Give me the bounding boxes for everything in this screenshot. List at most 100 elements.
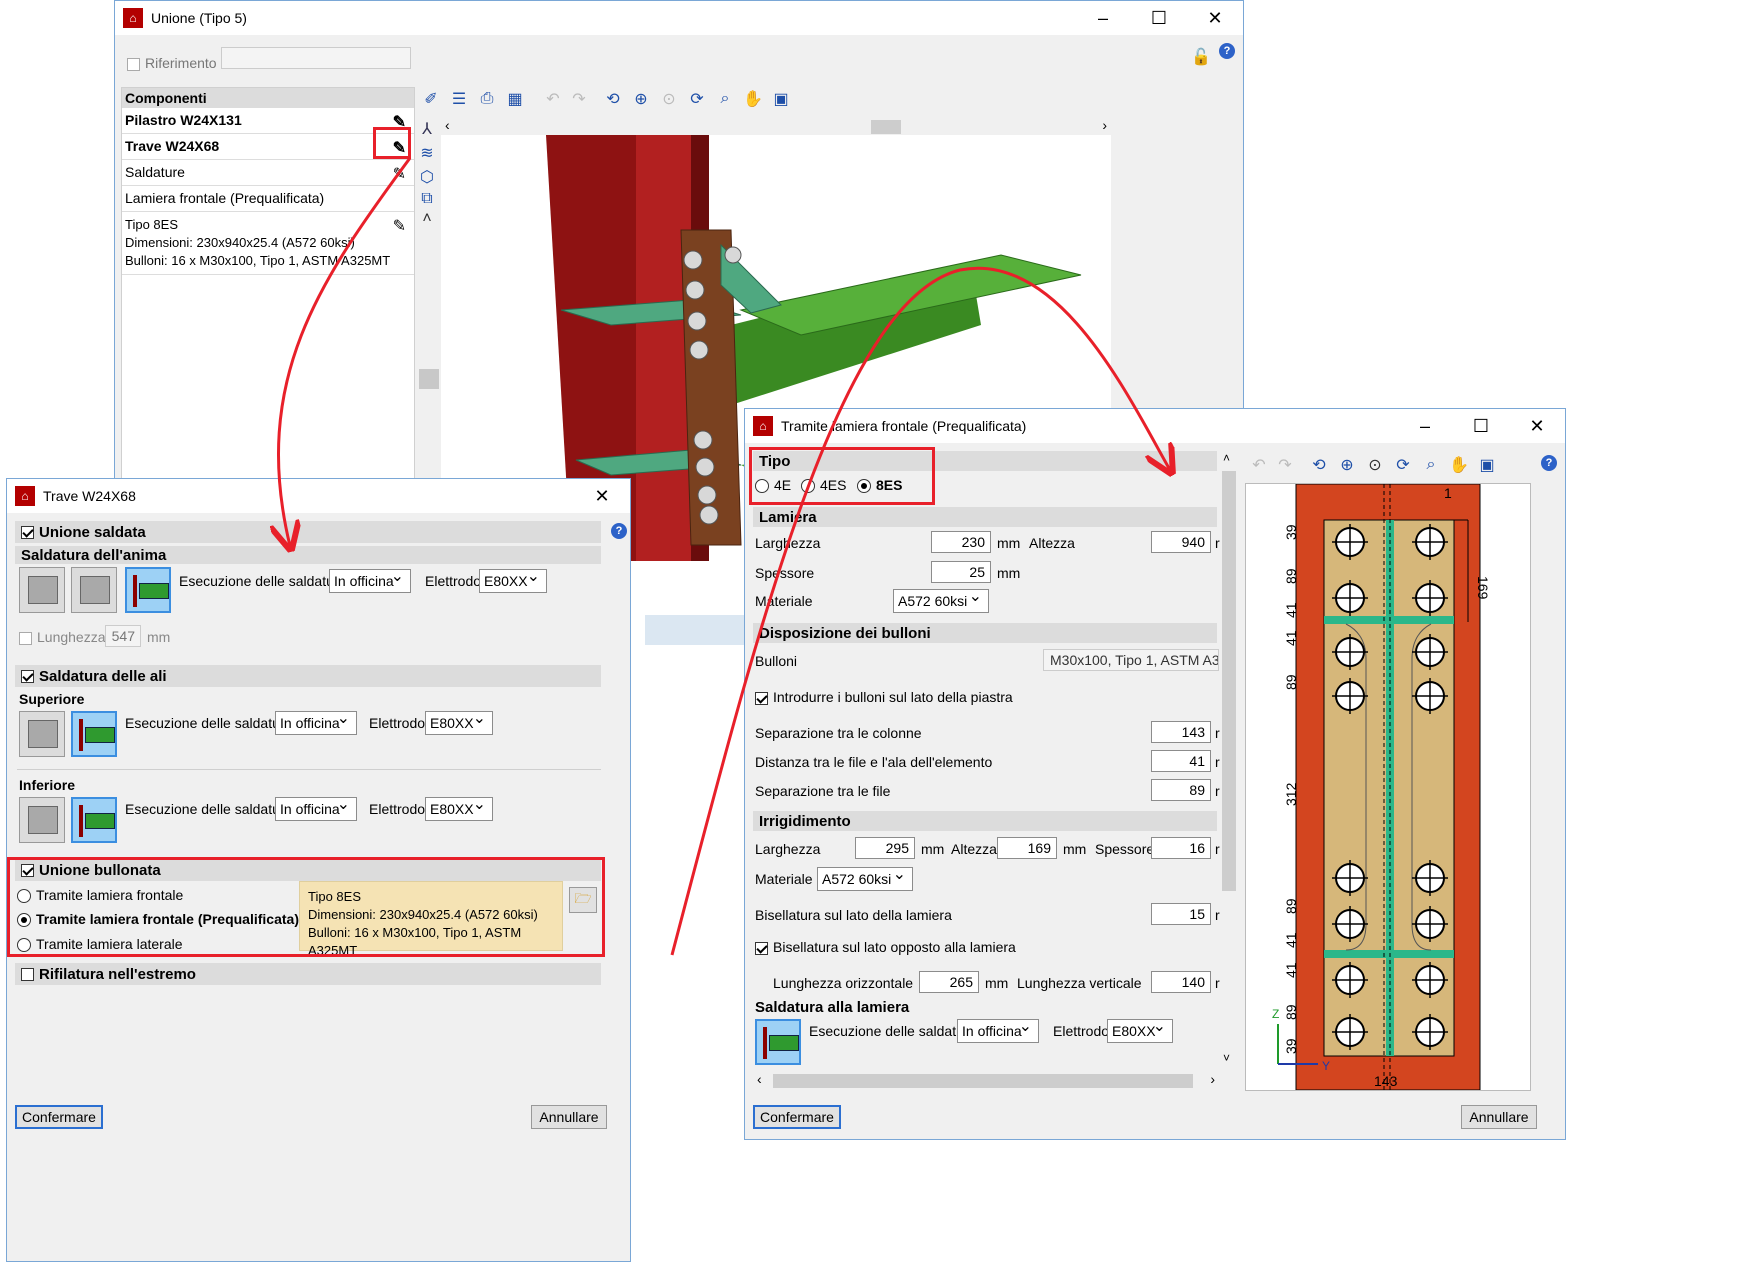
weld-sup-option-1[interactable] xyxy=(19,711,65,757)
lung-orizz-input[interactable]: 265 xyxy=(919,971,979,993)
weld-option-1[interactable] xyxy=(19,567,65,613)
weld-inf-option-1[interactable] xyxy=(19,797,65,843)
layers-icon[interactable]: ≋ xyxy=(417,143,437,163)
rifilatura-header[interactable]: Rifilatura nell'estremo xyxy=(15,963,601,985)
redo-icon[interactable]: ↷ xyxy=(569,89,589,109)
lock-icon[interactable]: 🔓 xyxy=(1191,47,1211,67)
introdurre-checkbox[interactable]: Introdurre i bulloni sul lato della pias… xyxy=(755,689,1013,705)
maximize-icon[interactable]: ☐ xyxy=(1453,409,1509,443)
chevron-left-icon[interactable]: ‹ xyxy=(445,117,450,133)
bis-lato-input[interactable]: 15 xyxy=(1151,903,1211,925)
weld-option-3[interactable] xyxy=(125,567,171,613)
bulloni-field[interactable]: M30x100, Tipo 1, ASTM A325M xyxy=(1043,649,1219,671)
elettrodo-select[interactable]: E80XX xyxy=(479,566,547,593)
pencil-icon[interactable]: ✐ xyxy=(421,89,441,109)
refresh-icon[interactable]: ⟳ xyxy=(1393,455,1413,475)
lunghezza-input[interactable]: 547 xyxy=(105,625,141,647)
component-saldature[interactable]: Saldature ✎ xyxy=(122,160,414,186)
chevron-down-icon[interactable]: ˅ xyxy=(1223,1051,1230,1065)
form-v-scrollbar[interactable]: ˄ ˅ xyxy=(1221,451,1237,1071)
form-h-scrollbar[interactable]: ‹ › xyxy=(753,1071,1219,1089)
rotate-icon[interactable]: ⟲ xyxy=(1309,455,1329,475)
irr-altezza-input[interactable]: 169 xyxy=(997,837,1057,859)
weld-option-2[interactable] xyxy=(71,567,117,613)
chevron-right-icon[interactable]: › xyxy=(1102,117,1107,133)
undo-icon[interactable]: ↶ xyxy=(1249,455,1269,475)
sep-colonne-input[interactable]: 143 xyxy=(1151,721,1211,743)
plate-drawing[interactable]: 39 89 41 41 89 312 89 41 41 89 39 169 14… xyxy=(1245,483,1531,1091)
chevron-right-icon[interactable]: › xyxy=(1210,1071,1215,1087)
zoom-window-icon[interactable]: ⌕ xyxy=(1421,455,1441,475)
zoom-window-icon[interactable]: ⌕ xyxy=(715,89,735,109)
irr-spessore-input[interactable]: 16 xyxy=(1151,837,1211,859)
irr-larghezza-input[interactable]: 295 xyxy=(855,837,915,859)
elettrodo-select[interactable]: E80XX xyxy=(1107,1016,1173,1043)
irr-materiale-select[interactable]: A572 60ksi xyxy=(817,864,913,891)
bis-opposto-checkbox[interactable]: Bisellatura sul lato opposto alla lamier… xyxy=(755,939,1016,955)
rotate-icon[interactable]: ⟲ xyxy=(603,89,623,109)
esecuzione-select[interactable]: In officina xyxy=(329,566,411,593)
lunghezza-checkbox[interactable]: Lunghezza xyxy=(19,629,106,645)
larghezza-input[interactable]: 230 xyxy=(931,531,991,553)
axes-icon[interactable]: ⅄ xyxy=(417,119,437,139)
h-scrollbar[interactable]: ‹ › xyxy=(441,117,1111,135)
weld-inf-option-2[interactable] xyxy=(71,797,117,843)
elettrodo-select[interactable]: E80XX xyxy=(425,708,493,735)
dist-file-input[interactable]: 41 xyxy=(1151,750,1211,772)
weld-sup-option-2[interactable] xyxy=(71,711,117,757)
list-icon[interactable]: ☰ xyxy=(449,89,469,109)
zoom-x2-icon[interactable]: ⊙ xyxy=(1365,455,1385,475)
annullare-button[interactable]: Annullare xyxy=(531,1105,607,1129)
unione-saldata-header[interactable]: Unione saldata xyxy=(15,521,601,543)
v-scroll-thumb[interactable] xyxy=(1222,471,1236,891)
help-icon[interactable]: ? xyxy=(611,523,627,539)
close-icon[interactable]: ✕ xyxy=(1187,1,1243,35)
saldatura-ali-header[interactable]: Saldatura delle ali xyxy=(15,665,601,687)
zoom-all-icon[interactable]: ⊕ xyxy=(1337,455,1357,475)
component-lamiera[interactable]: Lamiera frontale (Prequalificata) xyxy=(122,186,414,212)
scroll-thumb[interactable] xyxy=(419,369,439,389)
pan-icon[interactable]: ✋ xyxy=(743,89,763,109)
spessore-input[interactable]: 25 xyxy=(931,561,991,583)
chevron-up-icon[interactable]: ˄ xyxy=(1223,451,1230,465)
maximize-icon[interactable]: ☐ xyxy=(1131,1,1187,35)
chevron-up-icon[interactable]: ˄ xyxy=(417,209,437,229)
refresh-icon[interactable]: ⟳ xyxy=(687,89,707,109)
edit-icon[interactable]: ✎ xyxy=(393,162,406,187)
materiale-select[interactable]: A572 60ksi xyxy=(893,586,989,613)
zoom-x2-icon[interactable]: ⊙ xyxy=(659,89,679,109)
component-pilastro[interactable]: Pilastro W24X131 ✎ xyxy=(122,108,414,134)
help-icon[interactable]: ? xyxy=(1219,43,1235,59)
component-detail[interactable]: Tipo 8ES Dimensioni: 230x940x25.4 (A572 … xyxy=(122,212,414,275)
sep-file-input[interactable]: 89 xyxy=(1151,779,1211,801)
close-icon[interactable]: ✕ xyxy=(1509,409,1565,443)
annullare-button[interactable]: Annullare xyxy=(1461,1105,1537,1129)
esecuzione-select[interactable]: In officina xyxy=(275,794,357,821)
solid-icon[interactable]: ⬡ xyxy=(417,167,437,187)
undo-icon[interactable]: ↶ xyxy=(543,89,563,109)
close-icon[interactable]: ✕ xyxy=(574,479,630,513)
chevron-left-icon[interactable]: ‹ xyxy=(757,1071,762,1087)
report-icon[interactable]: ▦ xyxy=(505,89,525,109)
elettrodo-select[interactable]: E80XX xyxy=(425,794,493,821)
altezza-input[interactable]: 940 xyxy=(1151,531,1211,553)
riferimento-input[interactable] xyxy=(221,47,411,69)
window-icon[interactable]: ▣ xyxy=(1477,455,1497,475)
redo-icon[interactable]: ↷ xyxy=(1275,455,1295,475)
edit-icon[interactable]: ✎ xyxy=(393,218,406,236)
h-scroll-thumb[interactable] xyxy=(773,1074,1193,1088)
weld-lamiera-option[interactable] xyxy=(755,1019,801,1065)
print-icon[interactable]: ⎙ xyxy=(477,89,497,109)
wireframe-icon[interactable]: ⧉ xyxy=(417,189,437,209)
esecuzione-select[interactable]: In officina xyxy=(957,1016,1039,1043)
window-icon[interactable]: ▣ xyxy=(771,89,791,109)
lung-vert-input[interactable]: 140 xyxy=(1151,971,1211,993)
confermare-button[interactable]: Confermare xyxy=(753,1105,841,1129)
esecuzione-select[interactable]: In officina xyxy=(275,708,357,735)
riferimento-checkbox[interactable]: Riferimento xyxy=(127,55,217,71)
minimize-icon[interactable]: – xyxy=(1397,409,1453,443)
component-trave[interactable]: Trave W24X68 ✎ xyxy=(122,134,414,160)
zoom-all-icon[interactable]: ⊕ xyxy=(631,89,651,109)
confermare-button[interactable]: Confermare xyxy=(15,1105,103,1129)
pan-icon[interactable]: ✋ xyxy=(1449,455,1469,475)
